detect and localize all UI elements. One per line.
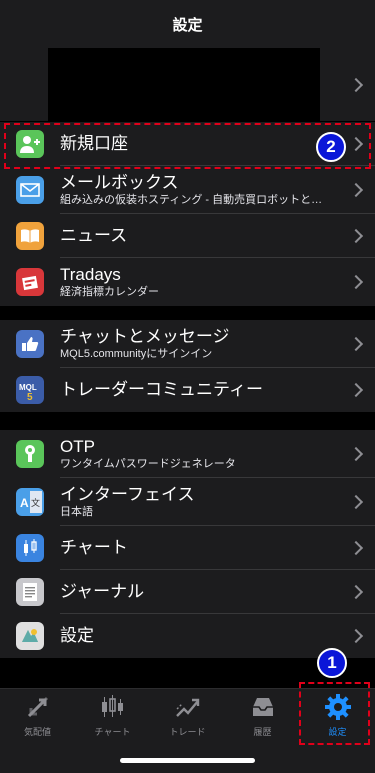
row-tradays[interactable]: Tradays 経済指標カレンダー [0, 258, 375, 306]
row-news[interactable]: ニュース [0, 214, 375, 258]
hand-point-icon [16, 330, 44, 358]
row-label: ニュース [60, 226, 128, 245]
group-settings: OTP ワンタイムパスワードジェネレータ A文 インターフェイス 日本語 チャー… [0, 430, 375, 658]
row-journal[interactable]: ジャーナル [0, 570, 375, 614]
chevron-right-icon [348, 540, 364, 556]
svg-text:文: 文 [31, 497, 40, 509]
chart-tab-icon [99, 693, 127, 721]
key-icon [16, 440, 44, 468]
nav-header: 設定 [0, 0, 375, 48]
row-label: OTP [60, 437, 95, 456]
highlight-settings-tab [299, 682, 370, 745]
row-mailbox[interactable]: メールボックス 組み込みの仮装ホスティング - 自動売買ロボットと… [0, 166, 375, 214]
svg-text:5: 5 [27, 392, 33, 401]
row-chat[interactable]: チャットとメッセージ MQL5.communityにサインイン [0, 320, 375, 368]
row-chart[interactable]: チャート [0, 526, 375, 570]
row-label: ジャーナル [60, 582, 145, 601]
chevron-right-icon [348, 382, 364, 398]
account-row[interactable] [0, 48, 375, 121]
chevron-right-icon [348, 584, 364, 600]
row-subtitle: 日本語 [60, 506, 93, 518]
tab-trade[interactable]: トレード [150, 693, 225, 741]
tab-quotes[interactable]: 気配値 [0, 693, 75, 741]
candlestick-icon [16, 534, 44, 562]
row-settings[interactable]: 設定 [0, 614, 375, 658]
chevron-right-icon [348, 494, 364, 510]
page-title: 設定 [172, 16, 203, 34]
row-subtitle: 経済指標カレンダー [60, 286, 159, 298]
row-label: メールボックス [60, 173, 179, 192]
row-trader-community[interactable]: MQL 5 トレーダーコミュニティー [0, 368, 375, 412]
row-subtitle: ワンタイムパスワードジェネレータ [60, 458, 236, 470]
mail-icon [16, 176, 44, 204]
tab-label: 履歴 [253, 727, 272, 737]
settings-app-icon [16, 622, 44, 650]
step-badge-2: 2 [316, 132, 346, 162]
step-badge-1: 1 [317, 648, 347, 678]
chevron-right-icon [348, 274, 364, 290]
row-otp[interactable]: OTP ワンタイムパスワードジェネレータ [0, 430, 375, 478]
tab-history[interactable]: 履歴 [225, 693, 300, 741]
chevron-right-icon [348, 228, 364, 244]
tab-label: チャート [94, 727, 131, 737]
tab-label: トレード [169, 727, 206, 737]
chevron-right-icon [348, 446, 364, 462]
calendar-icon [16, 268, 44, 296]
group-community: チャットとメッセージ MQL5.communityにサインイン MQL 5 トレー… [0, 320, 375, 412]
svg-text:A: A [20, 496, 29, 510]
trade-icon [174, 693, 202, 721]
mql5-icon: MQL 5 [16, 376, 44, 404]
row-subtitle: MQL5.communityにサインイン [60, 348, 213, 360]
journal-icon [16, 578, 44, 606]
history-icon [249, 693, 277, 721]
row-label: 設定 [60, 626, 94, 645]
row-label: Tradays [60, 265, 121, 284]
translate-icon: A文 [16, 488, 44, 516]
home-indicator [120, 758, 255, 763]
chevron-right-icon [348, 336, 364, 352]
row-label: インターフェイス [60, 485, 195, 504]
tab-chart[interactable]: チャート [75, 693, 150, 741]
tab-label: 気配値 [23, 727, 51, 737]
quotes-icon [24, 693, 52, 721]
svg-text:MQL: MQL [19, 383, 37, 392]
row-label: チャットとメッセージ [60, 327, 230, 346]
book-icon [16, 222, 44, 250]
row-label: チャート [60, 538, 128, 557]
chevron-right-icon [348, 77, 364, 92]
account-info-redacted [48, 48, 320, 121]
row-label: トレーダーコミュニティー [60, 380, 263, 399]
row-subtitle: 組み込みの仮装ホスティング - 自動売買ロボットと… [60, 194, 323, 206]
chevron-right-icon [348, 182, 364, 198]
row-interface[interactable]: A文 インターフェイス 日本語 [0, 478, 375, 526]
chevron-right-icon [348, 628, 364, 644]
